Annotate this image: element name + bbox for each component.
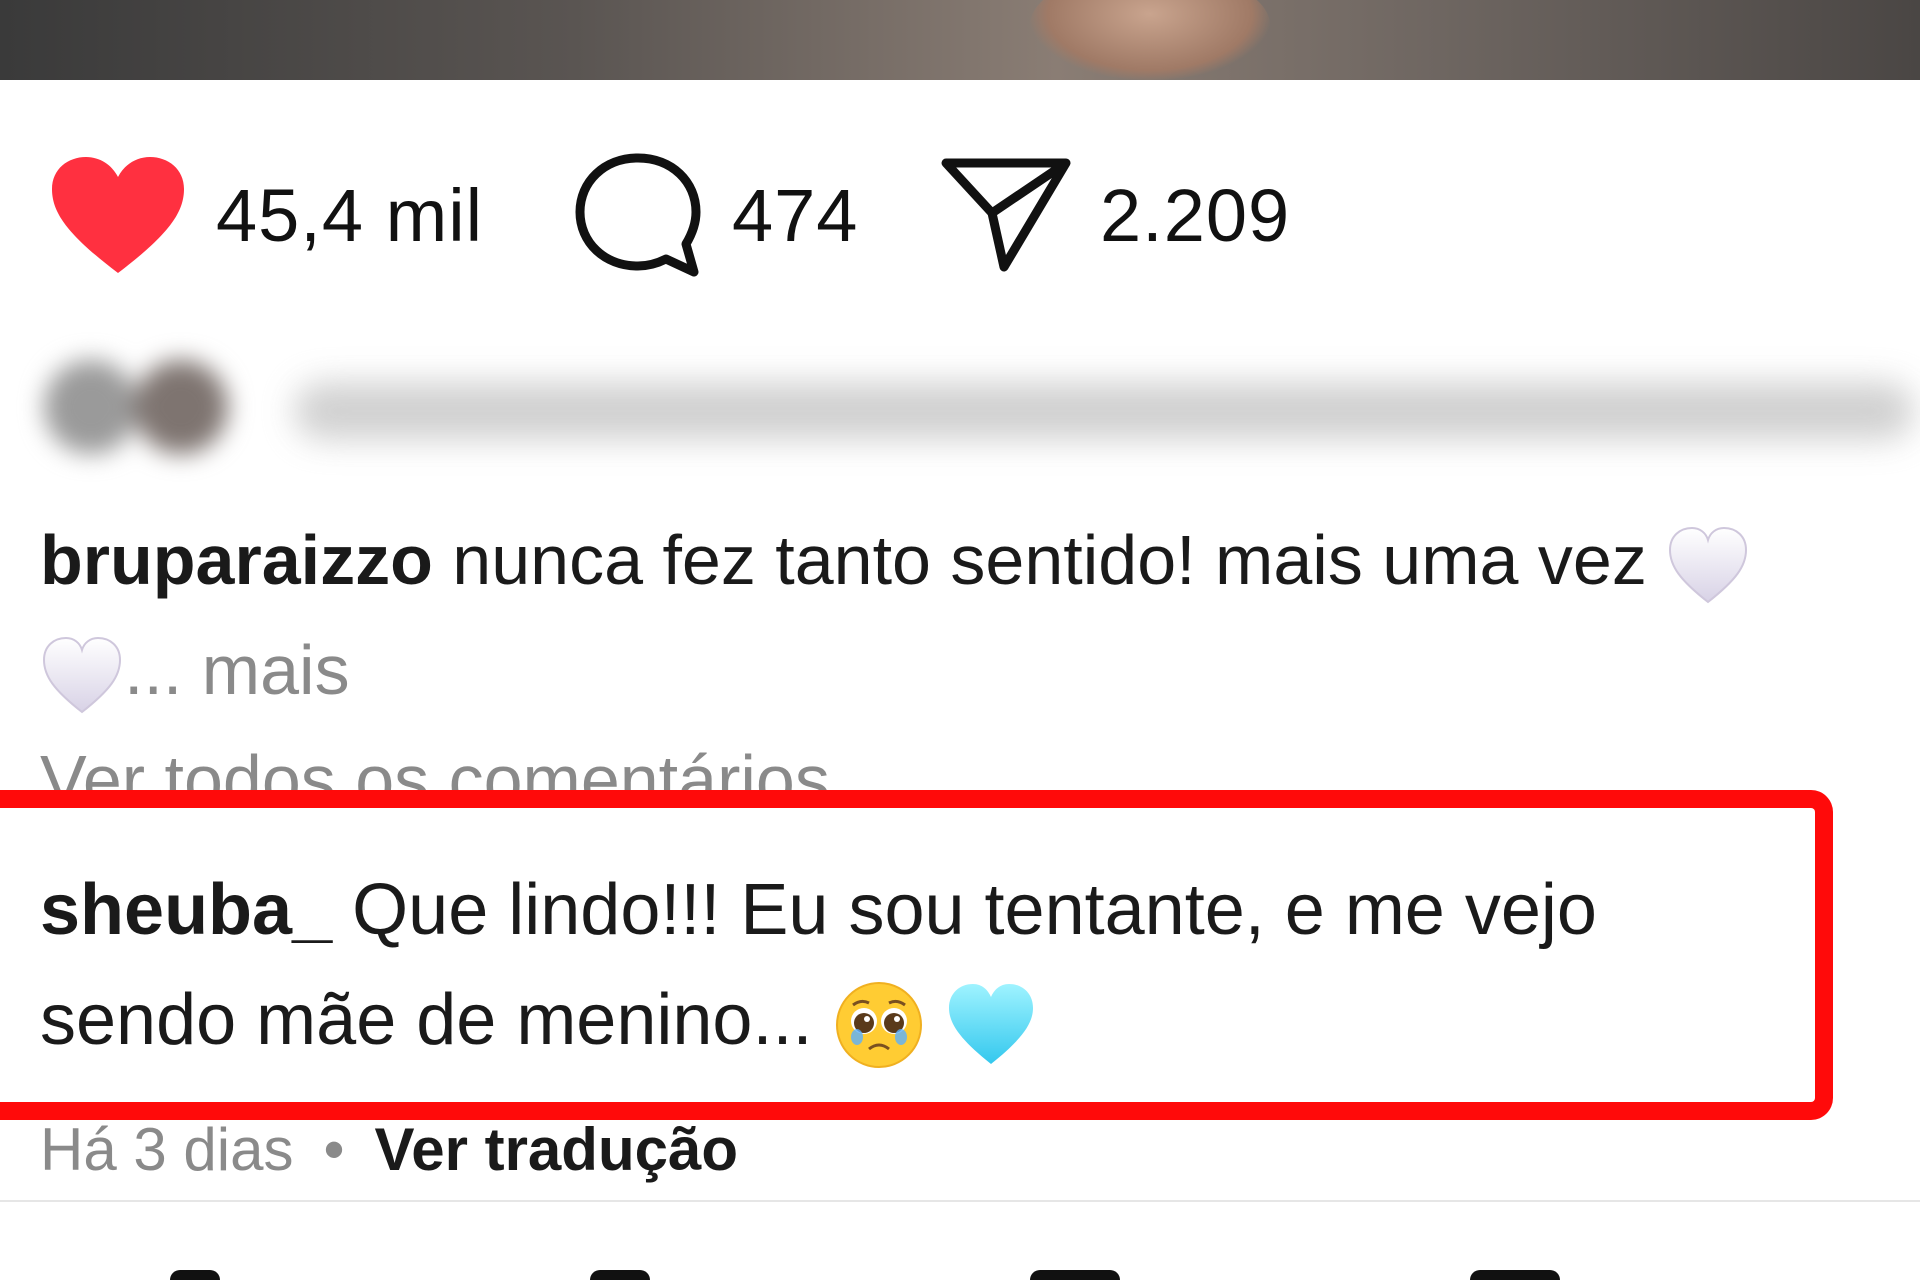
like-action[interactable]: 45,4 mil bbox=[48, 145, 483, 285]
shares-count[interactable]: 2.209 bbox=[1100, 173, 1290, 258]
comments-count[interactable]: 474 bbox=[732, 173, 858, 258]
heart-icon[interactable] bbox=[48, 155, 188, 275]
white-heart-emoji-icon bbox=[1669, 526, 1748, 603]
next-post-icon-peek bbox=[1470, 1270, 1560, 1280]
post-photo[interactable] bbox=[0, 0, 1920, 80]
meta-separator: • bbox=[323, 1116, 345, 1183]
post-caption: bruparaizzo nunca fez tanto sentido! mai… bbox=[40, 505, 1920, 725]
comment-timestamp: Há 3 dias bbox=[40, 1116, 294, 1183]
next-post-icon-peek bbox=[590, 1270, 650, 1280]
white-heart-emoji-icon bbox=[42, 636, 122, 713]
comment-bubble-icon[interactable] bbox=[572, 150, 704, 280]
post-photo-detail bbox=[1030, 0, 1270, 80]
share-action[interactable]: 2.209 bbox=[940, 145, 1290, 285]
liked-by-row[interactable] bbox=[44, 352, 1914, 462]
paper-plane-icon[interactable] bbox=[940, 155, 1072, 275]
liked-by-text-blurred[interactable] bbox=[294, 382, 1914, 440]
next-post-icon-peek bbox=[170, 1270, 220, 1280]
comment-action[interactable]: 474 bbox=[572, 145, 858, 285]
section-divider bbox=[0, 1200, 1920, 1202]
caption-username[interactable]: bruparaizzo bbox=[40, 521, 433, 599]
likes-count[interactable]: 45,4 mil bbox=[216, 173, 483, 258]
see-translation-link[interactable]: Ver tradução bbox=[375, 1116, 739, 1183]
comment-username[interactable]: sheuba_ bbox=[40, 870, 332, 950]
pleading-face-emoji-icon bbox=[835, 981, 922, 1068]
caption-text: nunca fez tanto sentido! mais uma vez bbox=[452, 521, 1647, 599]
comment-meta: Há 3 dias • Ver tradução bbox=[40, 1115, 738, 1184]
light-blue-heart-emoji-icon bbox=[948, 983, 1033, 1064]
liker-avatars-blurred[interactable] bbox=[44, 352, 240, 462]
caption-more-link[interactable]: ... mais bbox=[124, 631, 350, 709]
post-action-bar: 45,4 mil 474 2.209 bbox=[0, 145, 1920, 285]
next-post-icon-peek bbox=[1030, 1270, 1120, 1280]
highlighted-comment: sheuba_ Que lindo!!! Eu sou tentante, e … bbox=[40, 855, 1800, 1075]
